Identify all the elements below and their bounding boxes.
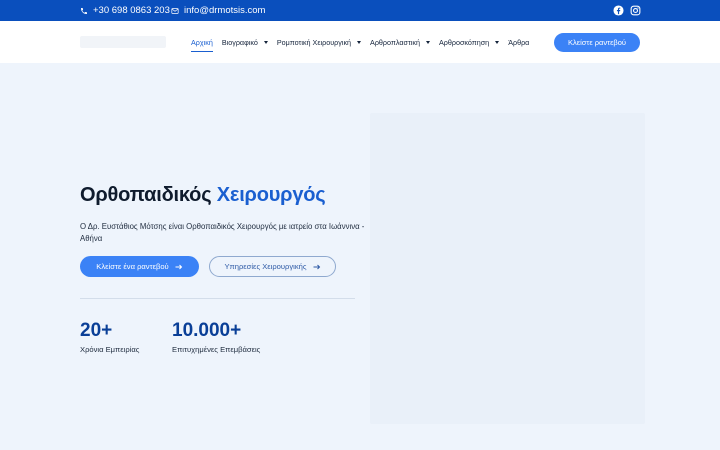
nav-item-articles[interactable]: Άρθρα: [508, 38, 529, 47]
nav-item-arthroplasty[interactable]: Αρθροπλαστική: [370, 38, 430, 47]
hero-image: [370, 113, 645, 424]
chevron-down-icon: [357, 41, 362, 44]
nav-item-robotic-surgery[interactable]: Ρομποτική Χειρουργική: [276, 38, 362, 47]
chevron-down-icon: [495, 41, 500, 44]
book-appointment-button[interactable]: Κλείστε ένα ραντεβού: [80, 256, 199, 277]
nav-item-arthroscopy[interactable]: Αρθροσκόπηση: [438, 38, 500, 47]
facebook-icon: [612, 4, 624, 16]
hero-title-plain: Ορθοπαιδικός: [80, 184, 212, 206]
chevron-down-icon: [263, 41, 268, 44]
nav-item-home[interactable]: Αρχική: [191, 38, 213, 52]
arrow-right-icon: [313, 264, 320, 269]
button-label: Κλείστε ένα ραντεβού: [96, 262, 169, 271]
arrow-right-icon: [175, 264, 182, 269]
top-contact-bar: +30 698 0863 203 info@drmotsis.com: [0, 0, 720, 21]
chevron-down-icon: [425, 41, 430, 44]
main-navigation: Αρχική Βιογραφικό Ρομποτική Χειρουργική …: [191, 38, 538, 52]
stat-surgeries-value: 10.000+: [172, 320, 242, 341]
nav-item-label: Αρθροσκόπηση: [438, 38, 490, 47]
stat-surgeries-label: Επιτυχημένες Επεμβάσεις: [172, 345, 261, 354]
book-appointment-header-button[interactable]: Κλείστε ραντεβού: [554, 33, 640, 52]
hero-divider: [80, 298, 355, 299]
site-header: Αρχική Βιογραφικό Ρομποτική Χειρουργική …: [0, 21, 720, 63]
stat-years-label: Χρόνια Εμπειρίας: [80, 345, 140, 354]
site-logo[interactable]: [80, 36, 166, 48]
nav-item-label: Αρχική: [191, 38, 213, 47]
email-address: info@drmotsis.com: [184, 5, 266, 16]
email-contact[interactable]: info@drmotsis.com: [171, 5, 265, 16]
nav-item-label: Ρομποτική Χειρουργική: [276, 38, 352, 47]
nav-item-label: Άρθρα: [508, 38, 530, 47]
stat-years-value: 20+: [80, 320, 113, 341]
phone-number: +30 698 0863 203: [93, 5, 170, 16]
phone-contact[interactable]: +30 698 0863 203: [80, 5, 170, 16]
instagram-icon: [630, 5, 640, 15]
instagram-link[interactable]: [629, 4, 641, 16]
hero-description: Ο Δρ. Ευστάθιος Μότσης είναι Ορθοπαιδικό…: [80, 222, 365, 243]
nav-item-label: Βιογραφικό: [221, 38, 258, 47]
envelope-icon: [171, 7, 179, 14]
nav-item-label: Αρθροπλαστική: [370, 38, 420, 47]
facebook-link[interactable]: [612, 4, 624, 16]
surgery-services-button[interactable]: Υπηρεσίες Χειρουργικής: [209, 256, 336, 277]
button-label: Υπηρεσίες Χειρουργικής: [224, 262, 307, 271]
phone-icon: [81, 7, 87, 14]
hero-title-accent: Χειρουργός: [216, 184, 326, 206]
hero-title: Ορθοπαιδικός Χειρουργός: [80, 184, 326, 207]
nav-item-biography[interactable]: Βιογραφικό: [222, 38, 268, 47]
